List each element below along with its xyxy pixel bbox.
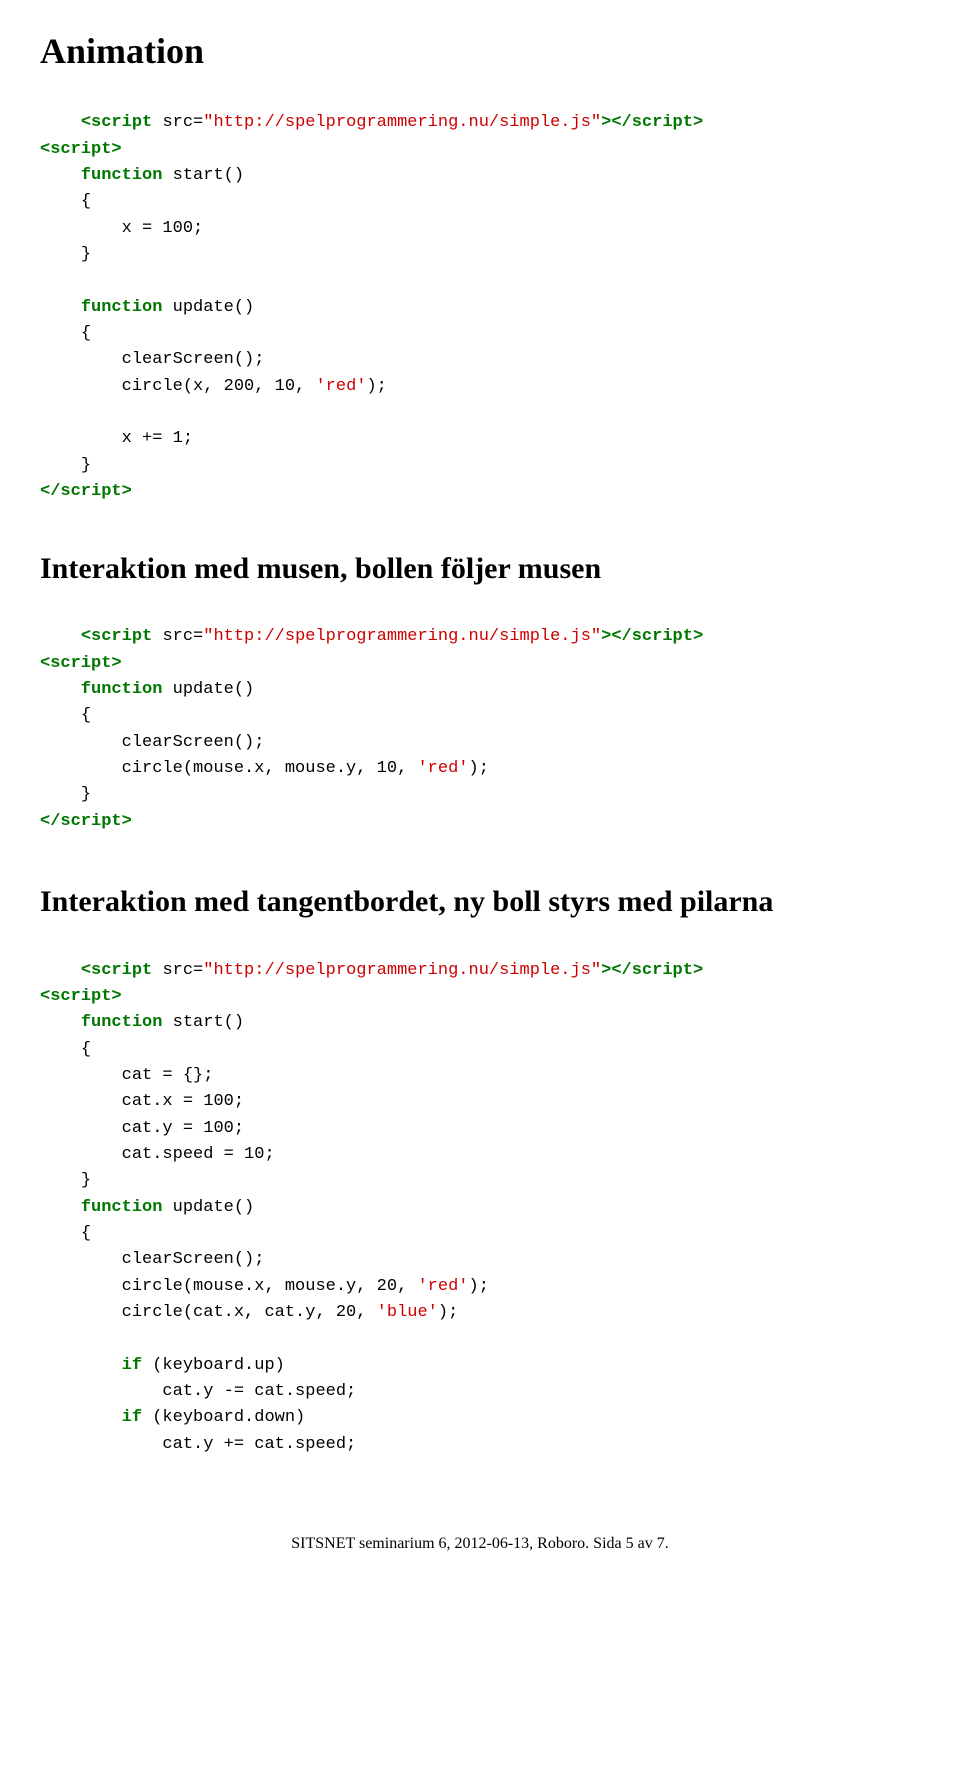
kw-if-2: if [122,1408,142,1427]
kw-function-3: function [81,680,163,699]
tag-script-close-1: </script> [40,482,132,501]
section-keyboard: Interaktion med tangentbordet, ny boll s… [40,885,920,1484]
tag-script-2: <script [81,627,163,646]
kw-function-1: function [81,166,163,185]
heading-animation: Animation [40,30,920,72]
heading-keyboard: Interaktion med tangentbordet, ny boll s… [40,885,920,919]
tag-script-1: <script [81,113,163,132]
footer: SITSNET seminarium 6, 2012-06-13, Roboro… [40,1525,920,1553]
footer-text: SITSNET seminarium 6, 2012-06-13, Roboro… [291,1535,668,1552]
tag-script-close-2: </script> [40,812,132,831]
tag-script-3: <script [81,961,163,980]
code-block-mouse: <script src="http://spelprogrammering.nu… [40,598,920,861]
heading-mouse: Interaktion med musen, bollen följer mus… [40,552,920,586]
code-block-keyboard: <script src="http://spelprogrammering.nu… [40,931,920,1484]
kw-function-4: function [81,1013,163,1032]
kw-function-2: function [81,298,163,317]
kw-if-1: if [122,1356,142,1375]
tag-script-open-1: <script> [40,140,122,159]
tag-script-open-3: <script> [40,987,122,1006]
kw-function-5: function [81,1198,163,1217]
code-block-animation: <script src="http://spelprogrammering.nu… [40,84,920,532]
section-animation: Animation <script src="http://spelprogra… [40,30,920,532]
tag-script-open-2: <script> [40,654,122,673]
section-mouse: Interaktion med musen, bollen följer mus… [40,552,920,861]
